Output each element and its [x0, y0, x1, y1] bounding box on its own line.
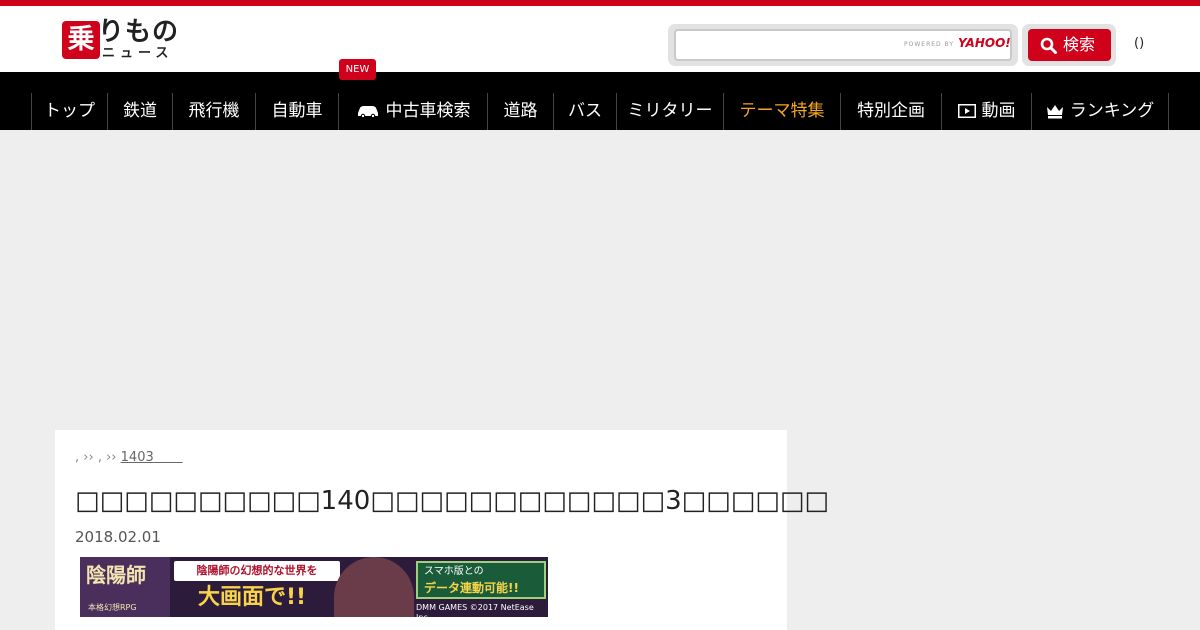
nav-item-label: ランキング	[1069, 101, 1155, 121]
ad-banner[interactable]: 陰陽師 本格幻想RPG 陰陽師の幻想的な世界を 大画面で!! スマホ版との デー…	[80, 557, 548, 617]
yahoo-logo: YAHOO!	[958, 36, 1011, 50]
nav-item-railway[interactable]: 鉄道	[107, 93, 172, 130]
new-badge: NEW	[339, 59, 376, 80]
nav-item-top[interactable]: トップ	[31, 93, 107, 130]
main-nav: NEW トップ 鉄道 飛行機 自動車 中古車検索 道路 バス ミリタリー テーマ…	[0, 59, 1200, 130]
nav-item-ranking[interactable]: ランキング	[1031, 93, 1169, 130]
breadcrumb-link[interactable]: 1403	[121, 450, 183, 465]
nav-item-label: 飛行機	[188, 101, 240, 121]
banner-game-subtitle: 本格幻想RPG	[88, 603, 137, 612]
breadcrumb: , ›› , ›› 1403	[75, 450, 183, 466]
nav-item-automobile[interactable]: 自動車	[255, 93, 338, 130]
breadcrumb-separator: ,	[75, 450, 80, 465]
nav-item-label: 鉄道	[123, 101, 157, 121]
nav-item-label: バス	[568, 101, 602, 121]
site-header: 乗 りもの ニュース POWERED BY YAHOO! 検索 ()	[0, 6, 1200, 72]
nav-item-label: 動画	[981, 101, 1016, 121]
banner-right-line1: スマホ版との	[424, 566, 484, 577]
nav-item-aircraft[interactable]: 飛行機	[172, 93, 255, 130]
nav-item-label: 中古車検索	[385, 101, 471, 121]
breadcrumb-separator: ››	[106, 450, 117, 465]
banner-tagline: 陰陽師の幻想的な世界を	[174, 561, 340, 581]
user-menu[interactable]: ()	[1134, 36, 1144, 52]
logo-mark: 乗	[62, 21, 100, 59]
article-date: 2018.02.01	[75, 528, 161, 546]
article-title: □□□□□□□□□□140□□□□□□□□□□□□3□□□□□□	[75, 486, 829, 516]
nav-item-label: トップ	[44, 101, 95, 121]
banner-footer: DMM GAMES ©2017 NetEase Inc.	[416, 603, 534, 617]
nav-item-label: 特別企画	[857, 101, 925, 121]
nav-item-video[interactable]: 動画	[941, 93, 1031, 130]
breadcrumb-separator: ››	[83, 450, 94, 465]
search-powered-by: POWERED BY	[904, 41, 955, 48]
banner-right-box: スマホ版との データ連動可能!!	[416, 561, 546, 599]
crown-icon	[1046, 105, 1063, 119]
nav-item-label: 道路	[503, 101, 538, 121]
banner-left-panel: 陰陽師 本格幻想RPG	[80, 557, 170, 617]
nav-item-military[interactable]: ミリタリー	[616, 93, 723, 130]
video-icon	[957, 104, 976, 118]
banner-character-image	[334, 557, 414, 617]
search-icon	[1040, 37, 1057, 54]
logo-subtitle: ニュース	[102, 46, 174, 61]
logo-text: りもの	[98, 17, 180, 47]
search-button-label: 検索	[1063, 35, 1096, 54]
nav-item-label: テーマ特集	[739, 101, 825, 121]
nav-item-label: 自動車	[271, 101, 323, 121]
car-icon	[357, 106, 378, 118]
article-card: , ›› , ›› 1403 □□□□□□□□□□140□□□□□□□□□□□□…	[55, 430, 829, 630]
nav-item-special-project[interactable]: 特別企画	[840, 93, 941, 130]
banner-right-line2: データ連動可能!!	[424, 581, 519, 595]
search-box: POWERED BY YAHOO!	[668, 24, 1018, 66]
nav-item-theme-feature[interactable]: テーマ特集	[723, 93, 840, 130]
banner-game-logo: 陰陽師	[86, 563, 146, 587]
nav-item-bus[interactable]: バス	[553, 93, 616, 130]
nav-item-label: ミリタリー	[627, 101, 713, 121]
search-button-wrap: 検索	[1022, 24, 1116, 66]
banner-headline: 大画面で!!	[198, 585, 307, 610]
site-logo[interactable]: 乗 りもの ニュース	[62, 18, 194, 62]
search-input[interactable]: POWERED BY YAHOO!	[674, 29, 1012, 61]
nav-item-used-car-search[interactable]: 中古車検索	[338, 93, 487, 130]
breadcrumb-separator: ,	[97, 450, 102, 465]
nav-item-roads[interactable]: 道路	[487, 93, 553, 130]
search-button[interactable]: 検索	[1028, 29, 1111, 61]
